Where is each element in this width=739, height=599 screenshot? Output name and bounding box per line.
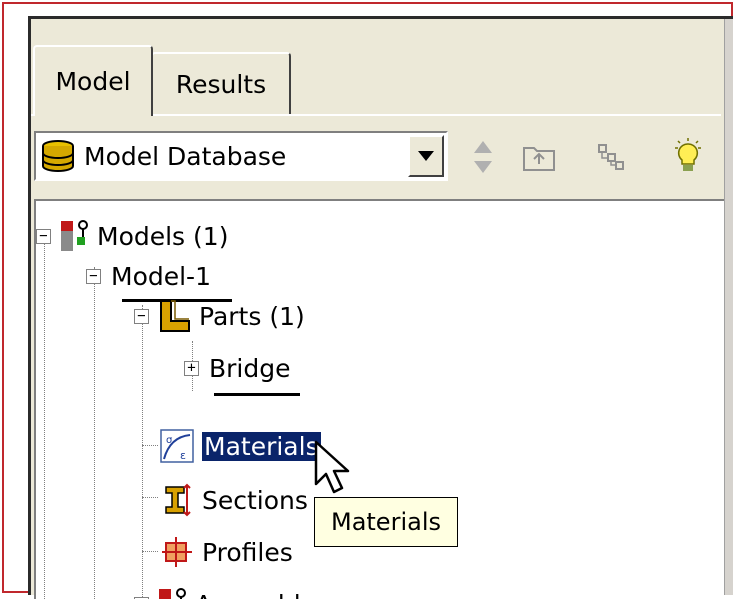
- highlight-button[interactable]: [668, 137, 708, 177]
- model-database-combo[interactable]: Model Database: [34, 131, 448, 181]
- underline-annotation: [214, 393, 300, 396]
- tree-line: [94, 267, 95, 599]
- tree-line: [44, 231, 45, 599]
- tooltip: Materials: [314, 497, 458, 547]
- database-icon: [40, 138, 76, 174]
- sort-arrows-icon: [472, 139, 494, 175]
- sort-button[interactable]: [463, 137, 503, 177]
- tab-model-label: Model: [55, 67, 130, 96]
- combo-value: Model Database: [84, 142, 286, 171]
- materials-icon: σ ε: [160, 429, 194, 463]
- sections-icon: [160, 483, 194, 517]
- tree-node-parts[interactable]: − Parts (1): [134, 297, 305, 335]
- assembly-icon: [157, 587, 189, 599]
- tree-label: Assembly: [195, 590, 316, 599]
- hierarchy-button[interactable]: [591, 137, 631, 177]
- tree-label: Models (1): [97, 222, 228, 251]
- expand-toggle[interactable]: +: [184, 361, 199, 376]
- folder-up-icon: [522, 142, 556, 172]
- collapse-toggle[interactable]: −: [134, 309, 149, 324]
- tree-node-assembly[interactable]: + Assembly: [134, 585, 316, 599]
- tree-node-profiles[interactable]: Profiles: [160, 533, 293, 571]
- tooltip-text: Materials: [331, 508, 441, 536]
- tree-node-models[interactable]: − Models (1): [36, 217, 228, 255]
- tab-results[interactable]: Results: [151, 52, 291, 114]
- tab-model[interactable]: Model: [33, 45, 153, 116]
- tree-line: [142, 497, 158, 498]
- tree-label: Bridge: [209, 354, 291, 383]
- tree-node-materials[interactable]: σ ε Materials: [160, 427, 321, 465]
- tree-label: Profiles: [202, 538, 293, 567]
- profiles-icon: [160, 535, 194, 569]
- tree-label: Parts (1): [199, 302, 305, 331]
- tab-results-label: Results: [176, 70, 266, 99]
- tree-node-bridge[interactable]: + Bridge: [184, 349, 291, 387]
- mouse-cursor-icon: [314, 440, 354, 496]
- tree-hierarchy-icon: [596, 142, 626, 172]
- tree-line: [142, 551, 158, 552]
- collapse-toggle[interactable]: −: [86, 269, 101, 284]
- tree-line: [142, 445, 158, 446]
- folder-up-button[interactable]: [519, 137, 559, 177]
- models-icon: [59, 219, 91, 253]
- tree-label: Sections: [202, 486, 308, 515]
- svg-text:ε: ε: [180, 449, 186, 462]
- parts-icon: [157, 299, 191, 333]
- lightbulb-icon: [671, 138, 705, 176]
- tree-label: Model-1: [111, 262, 211, 291]
- tree-line: [142, 305, 143, 599]
- svg-text:σ: σ: [166, 435, 173, 446]
- tree-label-selected: Materials: [202, 432, 321, 461]
- tree-node-sections[interactable]: Sections: [160, 481, 308, 519]
- collapse-toggle[interactable]: −: [36, 229, 51, 244]
- tree-node-model-1[interactable]: − Model-1: [86, 257, 211, 295]
- panel-border: [724, 19, 733, 595]
- combo-dropdown-button[interactable]: [408, 135, 444, 177]
- dropdown-arrow-icon: [416, 149, 436, 163]
